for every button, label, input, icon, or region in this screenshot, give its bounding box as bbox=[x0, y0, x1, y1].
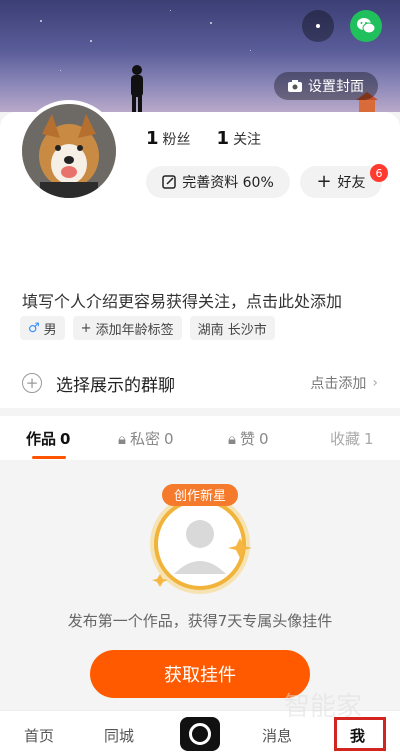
watermark: 智能家 bbox=[284, 692, 363, 722]
followers-label: 粉丝 bbox=[162, 132, 191, 148]
nav-local[interactable]: 同城 bbox=[104, 725, 134, 746]
male-icon: ♂ bbox=[28, 320, 40, 336]
group-chat-action[interactable]: 点击添加 › bbox=[310, 373, 378, 393]
friend-notification-badge: 6 bbox=[370, 164, 388, 182]
tab-favorites-label: 收藏 bbox=[330, 430, 361, 448]
wechat-button[interactable] bbox=[350, 10, 382, 42]
dog-avatar-image bbox=[22, 104, 116, 198]
group-chat-row[interactable]: + 选择展示的群聊 点击添加 › bbox=[0, 358, 400, 408]
avatar[interactable] bbox=[18, 100, 120, 202]
complete-profile-label: 完善资料 60% bbox=[182, 175, 274, 191]
tab-private-count: 0 bbox=[164, 429, 174, 448]
group-chat-title: 选择展示的群聊 bbox=[56, 375, 175, 396]
tab-private-label: 私密 bbox=[129, 430, 160, 448]
lock-icon: 🔒︎ bbox=[118, 429, 126, 448]
badge-text: 创作新星 bbox=[174, 488, 226, 504]
tab-works[interactable]: 作品 0 bbox=[26, 428, 70, 449]
nav-messages[interactable]: 消息 bbox=[262, 725, 292, 746]
tab-likes[interactable]: 🔒︎ 赞 0 bbox=[228, 428, 269, 449]
active-tab-indicator bbox=[32, 456, 66, 459]
camera-icon bbox=[288, 80, 302, 92]
group-chat-action-label: 点击添加 bbox=[310, 376, 367, 392]
chevron-right-icon: › bbox=[372, 375, 378, 391]
shutter-icon bbox=[189, 723, 211, 745]
complete-profile-button[interactable]: 完善资料 60% bbox=[146, 166, 290, 198]
plus-circle-icon: + bbox=[22, 373, 42, 393]
set-cover-button[interactable]: 设置封面 bbox=[274, 72, 378, 100]
empty-message: 发布第一个作品，获得7天专属头像挂件 bbox=[67, 612, 333, 630]
tab-favorites-count: 1 bbox=[364, 429, 374, 448]
tab-favorites[interactable]: 收藏 1 bbox=[330, 428, 374, 449]
gender-tag[interactable]: ♂ 男 bbox=[20, 316, 65, 340]
followers-stat[interactable]: 1 粉丝 bbox=[146, 128, 191, 149]
location-tag[interactable]: 湖南 长沙市 bbox=[189, 316, 275, 340]
add-age-tag[interactable]: + 添加年龄标签 bbox=[72, 316, 182, 340]
bio-placeholder[interactable]: 填写个人介绍更容易获得关注，点击此处添加 bbox=[22, 288, 342, 312]
following-stat[interactable]: 1 关注 bbox=[217, 128, 262, 149]
creator-star-badge-icon: 创作新星 bbox=[150, 484, 252, 594]
get-pendant-button[interactable]: 获取挂件 bbox=[90, 650, 310, 698]
set-cover-label: 设置封面 bbox=[308, 79, 364, 95]
tab-works-label: 作品 bbox=[26, 430, 57, 448]
content-tabs: 作品 0 🔒︎ 私密 0 🔒︎ 赞 0 收藏 1 bbox=[0, 416, 400, 460]
profile-stats: 1 粉丝 1 关注 bbox=[146, 128, 261, 149]
add-friend-label: 好友 bbox=[337, 175, 366, 191]
tab-likes-count: 0 bbox=[259, 429, 269, 448]
plus-icon: + bbox=[80, 320, 92, 336]
tab-private[interactable]: 🔒︎ 私密 0 bbox=[118, 428, 174, 449]
plus-icon: + bbox=[316, 171, 332, 192]
following-count: 1 bbox=[216, 128, 230, 149]
silhouette-figure bbox=[131, 65, 143, 112]
tab-likes-label: 赞 bbox=[239, 430, 255, 448]
following-label: 关注 bbox=[233, 132, 262, 148]
more-button[interactable] bbox=[302, 10, 334, 42]
tab-works-count: 0 bbox=[60, 429, 71, 448]
nav-me[interactable]: 我 bbox=[350, 725, 365, 746]
more-dots-icon bbox=[316, 24, 320, 28]
profile-tags: ♂ 男 + 添加年龄标签 湖南 长沙市 bbox=[20, 316, 275, 340]
add-age-label: 添加年龄标签 bbox=[95, 322, 174, 338]
edit-icon bbox=[162, 175, 176, 189]
location-label: 湖南 长沙市 bbox=[197, 322, 267, 338]
create-button[interactable] bbox=[180, 717, 220, 751]
wechat-icon bbox=[357, 18, 376, 34]
nav-home[interactable]: 首页 bbox=[24, 725, 54, 746]
gender-label: 男 bbox=[43, 322, 57, 338]
lock-icon: 🔒︎ bbox=[228, 429, 236, 448]
followers-count: 1 bbox=[146, 128, 159, 149]
